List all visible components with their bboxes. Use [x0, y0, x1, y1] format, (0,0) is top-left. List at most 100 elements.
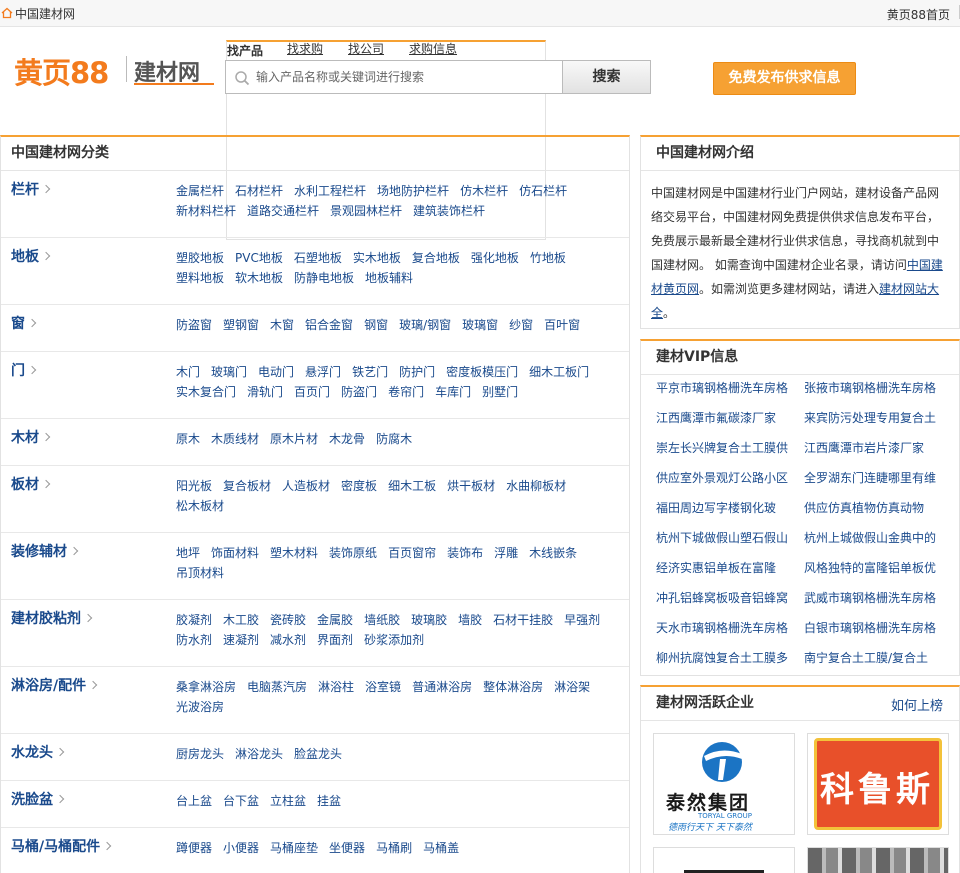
category-link[interactable]: 光波浴房	[176, 697, 224, 717]
category-link[interactable]: 马桶刷	[376, 838, 412, 858]
category-link[interactable]: 百页窗帘	[388, 543, 436, 563]
category-link[interactable]: 马桶座垫	[270, 838, 318, 858]
category-link[interactable]: 台上盆	[176, 791, 212, 811]
category-link[interactable]: 胶凝剂	[176, 610, 212, 630]
category-link[interactable]: 滑轨门	[247, 382, 283, 402]
search-input[interactable]	[256, 66, 556, 88]
category-link[interactable]: 脸盆龙头	[294, 744, 342, 764]
category-link[interactable]: 密度板	[341, 476, 377, 496]
vip-item-link[interactable]: 冲孔铝蜂窝板吸音铝蜂窝	[656, 589, 796, 606]
company-logo-kelusi[interactable]: 科鲁斯	[807, 733, 949, 835]
vip-item-link[interactable]: 江西鹰潭市岩片漆厂家	[804, 439, 944, 456]
category-link[interactable]: 百页门	[294, 382, 330, 402]
category-link[interactable]: 石材栏杆	[235, 181, 283, 201]
vip-item-link[interactable]: 柳州抗腐蚀复合土工膜多	[656, 649, 796, 666]
category-name[interactable]: 洗脸盆	[11, 789, 65, 809]
category-name[interactable]: 板材	[11, 474, 51, 494]
company-logo-toryal[interactable]: 泰然集团 TORYAL GROUP 德雨行天下 天下泰然	[653, 733, 795, 835]
category-link[interactable]: 道路交通栏杆	[247, 201, 319, 221]
yp88-home-link[interactable]: 黄页88首页	[887, 6, 950, 23]
search-button[interactable]: 搜索	[562, 60, 651, 94]
category-link[interactable]: 石塑地板	[294, 248, 342, 268]
category-link[interactable]: 松木板材	[176, 496, 224, 516]
category-link[interactable]: 景观园林栏杆	[330, 201, 402, 221]
category-link[interactable]: 百叶窗	[544, 315, 580, 335]
vip-item-link[interactable]: 南宁复合土工膜/复合土	[804, 649, 944, 666]
category-link[interactable]: 浴室镜	[365, 677, 401, 697]
category-link[interactable]: 阳光板	[176, 476, 212, 496]
vip-item-link[interactable]: 供应仿真植物仿真动物	[804, 499, 944, 516]
vip-item-link[interactable]: 经济实惠铝单板在富隆	[656, 559, 796, 576]
home-link[interactable]: 中国建材网	[1, 5, 75, 22]
category-link[interactable]: 塑木材料	[270, 543, 318, 563]
category-link[interactable]: 塑胶地板	[176, 248, 224, 268]
vip-item-link[interactable]: 江西鹰潭市氟碳漆厂家	[656, 409, 796, 426]
category-link[interactable]: 水曲柳板材	[506, 476, 566, 496]
category-link[interactable]: 钢窗	[364, 315, 388, 335]
category-link[interactable]: 装饰布	[447, 543, 483, 563]
category-link[interactable]: 桑拿淋浴房	[176, 677, 236, 697]
category-link[interactable]: 减水剂	[270, 630, 306, 650]
category-link[interactable]: 细木工板门	[529, 362, 589, 382]
vip-item-link[interactable]: 白银市璃钢格栅洗车房格	[804, 619, 944, 636]
category-link[interactable]: 复合地板	[412, 248, 460, 268]
category-link[interactable]: 仿石栏杆	[519, 181, 567, 201]
category-name[interactable]: 地板	[11, 246, 51, 266]
category-link[interactable]: 吊顶材料	[176, 563, 224, 583]
category-name[interactable]: 马桶/马桶配件	[11, 836, 112, 856]
category-link[interactable]: 别墅门	[482, 382, 518, 402]
category-link[interactable]: 小便器	[223, 838, 259, 858]
category-link[interactable]: 木窗	[270, 315, 294, 335]
category-link[interactable]: 墙胶	[458, 610, 482, 630]
category-link[interactable]: 马桶盖	[423, 838, 459, 858]
category-link[interactable]: 立柱盆	[270, 791, 306, 811]
category-link[interactable]: 仿木栏杆	[460, 181, 508, 201]
category-name[interactable]: 建材胶粘剂	[11, 608, 93, 628]
category-link[interactable]: 砂浆添加剂	[364, 630, 424, 650]
vip-item-link[interactable]: 天水市璃钢格栅洗车房格	[656, 619, 796, 636]
category-link[interactable]: 防盗门	[341, 382, 377, 402]
category-link[interactable]: 装饰原纸	[329, 543, 377, 563]
category-link[interactable]: 厨房龙头	[176, 744, 224, 764]
tab-purchase-info[interactable]: 求购信息	[409, 40, 457, 57]
category-name[interactable]: 门	[11, 360, 37, 380]
category-link[interactable]: 防静电地板	[294, 268, 354, 288]
category-link[interactable]: 细木工板	[388, 476, 436, 496]
vip-item-link[interactable]: 张掖市璃钢格栅洗车房格	[804, 379, 944, 396]
vip-item-link[interactable]: 崇左长兴牌复合土工膜供	[656, 439, 796, 456]
vip-item-link[interactable]: 杭州下城做假山塑石假山	[656, 529, 796, 546]
category-link[interactable]: 水利工程栏杆	[294, 181, 366, 201]
category-link[interactable]: 复合板材	[223, 476, 271, 496]
tab-find-company[interactable]: 找公司	[348, 40, 384, 57]
category-link[interactable]: 木门	[176, 362, 200, 382]
category-link[interactable]: 防水剂	[176, 630, 212, 650]
category-link[interactable]: 金属胶	[317, 610, 353, 630]
category-link[interactable]: 木线嵌条	[529, 543, 577, 563]
category-link[interactable]: 防盗窗	[176, 315, 212, 335]
category-link[interactable]: 玻璃窗	[462, 315, 498, 335]
category-link[interactable]: 人造板材	[282, 476, 330, 496]
how-to-rank-link[interactable]: 如何上榜	[891, 695, 943, 714]
category-link[interactable]: 地坪	[176, 543, 200, 563]
company-logo-card-4[interactable]	[807, 847, 949, 873]
category-link[interactable]: 整体淋浴房	[483, 677, 543, 697]
category-link[interactable]: 铁艺门	[352, 362, 388, 382]
category-link[interactable]: 蹲便器	[176, 838, 212, 858]
vip-item-link[interactable]: 来宾防污处理专用复合土	[804, 409, 944, 426]
category-link[interactable]: 石材干挂胶	[493, 610, 553, 630]
category-link[interactable]: 玻璃/钢窗	[399, 315, 451, 335]
category-link[interactable]: 铝合金窗	[305, 315, 353, 335]
vip-item-link[interactable]: 全罗湖东门连睫哪里有维	[804, 469, 944, 486]
category-link[interactable]: 原木	[176, 429, 200, 449]
publish-button[interactable]: 免费发布供求信息	[713, 62, 856, 95]
category-name[interactable]: 水龙头	[11, 742, 65, 762]
category-link[interactable]: 金属栏杆	[176, 181, 224, 201]
category-link[interactable]: 车库门	[435, 382, 471, 402]
tab-find-purchase[interactable]: 找求购	[287, 40, 323, 57]
vip-item-link[interactable]: 武威市璃钢格栅洗车房格	[804, 589, 944, 606]
vip-item-link[interactable]: 供应室外景观灯公路小区	[656, 469, 796, 486]
category-link[interactable]: 建筑装饰栏杆	[413, 201, 485, 221]
category-name[interactable]: 装修辅材	[11, 541, 79, 561]
category-link[interactable]: 墙纸胶	[364, 610, 400, 630]
category-link[interactable]: 实木复合门	[176, 382, 236, 402]
